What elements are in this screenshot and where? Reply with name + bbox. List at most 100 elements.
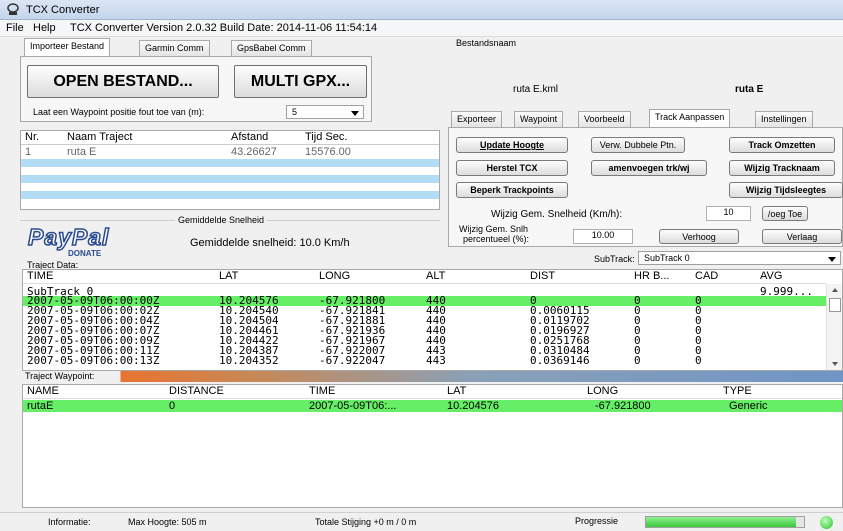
info-label: Informatie: [48,517,91,527]
waypoint-row-lat: 10.204576 [447,400,499,412]
track-adjust-panel: Update Hoogte Verw. Dubbele Ptn. Track O… [448,127,843,247]
col-distance: DISTANCE [169,385,224,397]
change-trackname-button[interactable]: Wijzig Tracknaam [729,160,835,176]
filename-label: Bestandsnaam [456,38,517,48]
menu-help[interactable]: Help [33,22,56,34]
progress-fill [646,517,797,527]
table-cell: 0 [695,354,702,367]
table-row[interactable]: 2007-05-09T06:00:13Z 10.204352 -67.922047 4… [23,354,826,367]
col-nr: Nr. [25,131,40,143]
table-cell: 0 [634,354,641,367]
waypoint-row-long: -67.921800 [595,400,651,412]
col-wp-time: TIME [309,385,336,397]
waypoint-table: NAME DISTANCE TIME LAT LONG TYPE rutaE 0… [22,384,843,508]
paypal-donate-button[interactable]: PayPal DONATE [27,223,146,258]
traject-data-table: TIME LAT LONG ALT DIST HR B... CAD AVG S… [22,269,843,371]
scrollbar[interactable] [826,284,842,370]
track-table-header: Nr. Naam Traject Afstand Tijd Sec. [21,131,439,145]
speed-input-value: 10 [723,207,734,217]
col-lat: LAT [219,270,239,282]
pct-input[interactable]: 10.00 [573,229,633,244]
multi-gpx-button[interactable]: MULTI GPX... [234,65,367,98]
decrease-button[interactable]: Verlaag [762,229,842,244]
limit-trackpoints-button[interactable]: Beperk Trackpoints [456,182,568,198]
tab-waypoint[interactable]: Waypoint [514,111,564,127]
track-row[interactable]: 1 ruta E 43.26627 15576.00 [21,146,439,158]
track-row-nr: 1 [25,146,32,158]
filename-value: ruta E.kml [513,84,559,95]
track-row-time: 15576.00 [305,146,351,158]
tab-exporteer[interactable]: Exporteer [451,111,503,127]
scroll-thumb[interactable] [829,298,841,312]
change-timegaps-button[interactable]: Wijzig Tijdsleegtes [729,182,843,198]
col-afstand: Afstand [231,131,269,143]
waypoint-row-type: Generic [729,400,768,412]
col-avg: AVG [760,270,783,282]
menu-file[interactable]: File [6,22,24,34]
avg-speed-label: Gemiddelde Snelheid [175,215,268,225]
merge-tracks-button[interactable]: amenvoegen trk/wj [591,160,707,176]
convert-track-button[interactable]: Track Omzetten [729,137,835,153]
table-cell: 0.0369146 [530,354,590,367]
col-name: NAME [27,385,59,397]
col-long: LONG [319,270,351,282]
track-table: Nr. Naam Traject Afstand Tijd Sec. 1 rut… [20,130,440,210]
col-wp-long: LONG [587,385,619,397]
tab-garmin-comm[interactable]: Garmin Comm [139,40,210,56]
status-indicator-icon [820,516,833,529]
remove-double-points-button[interactable]: Verw. Dubbele Ptn. [591,137,685,153]
col-naam-traject: Naam Traject [67,131,133,143]
update-height-button[interactable]: Update Hoogte [456,137,568,153]
waypoint-row-time: 2007-05-09T06:... [309,400,397,412]
pct-label-line2: percentueel (%): [463,234,530,244]
waypoint-row[interactable]: rutaE 0 2007-05-09T06:... 10.204576 -67.… [23,400,842,412]
progress-bar [645,516,805,528]
track-row-distance: 43.26627 [231,146,277,158]
traject-data-header: TIME LAT LONG ALT DIST HR B... CAD AVG [23,270,826,284]
waypoint-tolerance-label: Laat een Waypoint positie fout toe van (… [33,107,205,117]
increase-button[interactable]: Verhoog [659,229,739,244]
waypoint-table-header: NAME DISTANCE TIME LAT LONG TYPE [23,385,842,399]
tab-gpsbabel-comm[interactable]: GpsBabel Comm [231,40,312,56]
waypoint-tolerance-value: 5 [292,107,298,117]
tab-voorbeeld[interactable]: Voorbeeld [578,111,631,127]
track-row-name: ruta E [67,146,97,158]
col-hr: HR B... [634,270,670,282]
col-dist: DIST [530,270,556,282]
empty-row [21,159,439,167]
col-wp-lat: LAT [447,385,467,397]
col-cad: CAD [695,270,719,282]
menu-bar: File Help TCX Converter Version 2.0.32 B… [0,20,843,37]
tab-track-aanpassen[interactable]: Track Aanpassen [649,109,731,127]
open-file-button[interactable]: OPEN BESTAND... [27,65,219,98]
scroll-up-icon[interactable] [832,288,838,292]
speed-input[interactable]: 10 [706,206,751,221]
scroll-down-icon[interactable] [832,362,838,366]
tab-importeer-bestand[interactable]: Importeer Bestand [24,38,111,56]
restore-tcx-button[interactable]: Herstel TCX [456,160,568,176]
version-text: TCX Converter Version 2.0.32 Build Date:… [70,22,378,34]
empty-row [21,175,439,183]
subtrack-value: SubTrack 0 [644,253,690,263]
app-icon [7,3,19,15]
speed-apply-button[interactable]: /oeg Toe [762,206,808,221]
tab-instellingen[interactable]: Instellingen [755,111,813,127]
avg-speed-value: Gemiddelde snelheid: 10.0 Km/h [190,237,350,249]
waypoint-tolerance-select[interactable]: 5 [286,105,364,119]
route-name: ruta E [735,84,764,95]
pct-input-value: 10.00 [591,230,615,240]
title-bar: TCX Converter [0,0,843,20]
col-alt: ALT [426,270,446,282]
col-tijd-sec: Tijd Sec. [305,131,348,143]
subtrack-label: SubTrack: [594,254,635,264]
empty-row [21,191,439,199]
table-cell: 2007-05-09T06:00:13Z [27,354,160,367]
pct-label-line1: Wijzig Gem. Snlh [459,224,529,234]
progress-label: Progressie [575,516,619,526]
table-cell: 10.204352 [219,354,279,367]
subtrack-select[interactable]: SubTrack 0 [638,251,841,265]
paypal-logo: PayPal [27,223,110,251]
col-type: TYPE [723,385,752,397]
status-bar: Informatie: Max Hoogte: 505 m Totale Sti… [0,512,843,531]
import-panel: OPEN BESTAND... MULTI GPX... Laat een Wa… [20,56,372,122]
